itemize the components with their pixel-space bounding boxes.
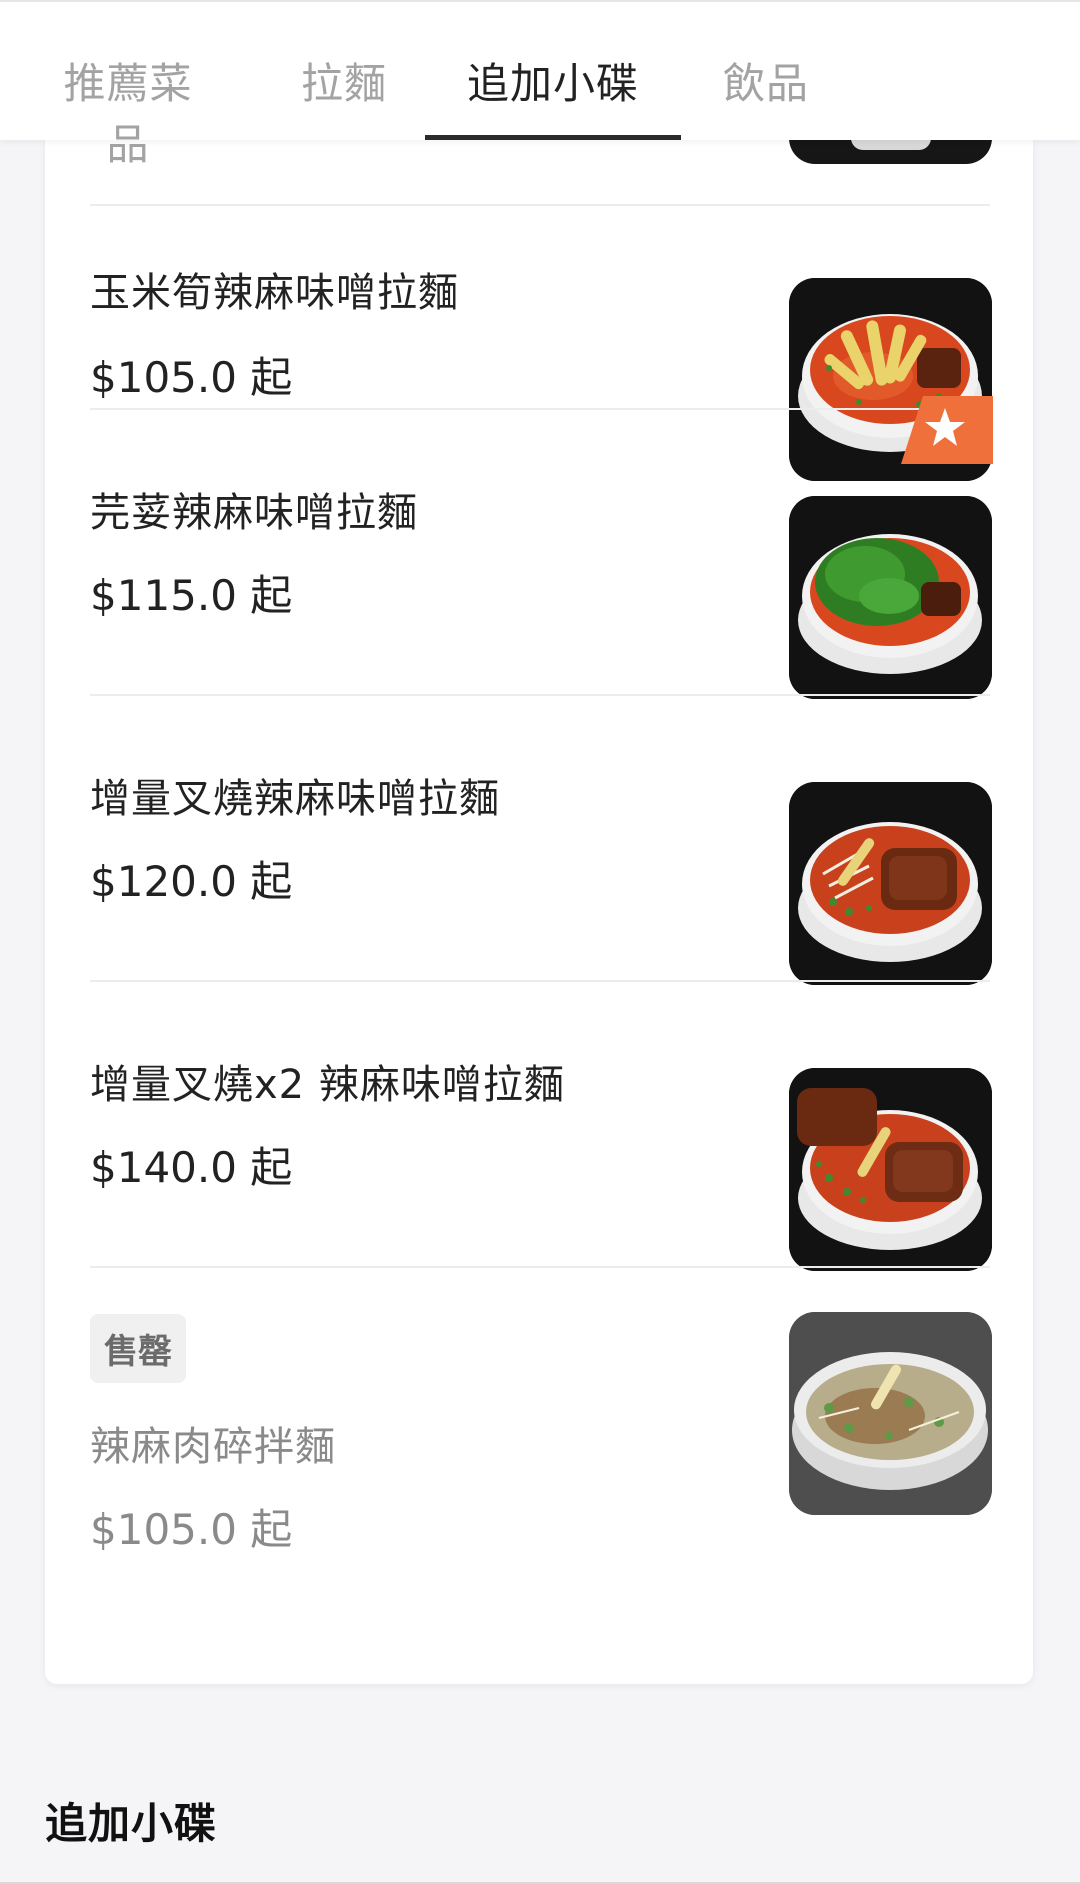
section-title: 追加小碟 (45, 1799, 218, 1848)
menu-item[interactable]: 芫荽辣麻味噌拉麵 $115.0 起 (45, 410, 1033, 699)
previous-item-image[interactable] (789, 138, 992, 164)
item-price: $105.0 起 (90, 353, 293, 402)
item-price: $140.0 起 (90, 1143, 293, 1192)
item-image-ramen-extra-chashu[interactable] (789, 782, 992, 985)
menu-item-sold-out[interactable]: 售罄 辣麻肉碎拌麵 $105.0 起 (45, 1268, 1033, 1598)
tab-side-dishes[interactable]: 追加小碟 (425, 28, 681, 140)
item-price: $120.0 起 (90, 857, 293, 906)
item-image-dry-noodles-minced-pork[interactable] (789, 1312, 992, 1515)
item-image-ramen-double-chashu[interactable] (789, 1068, 992, 1271)
item-name: 增量叉燒辣麻味噌拉麵 (90, 776, 500, 822)
tab-label: 追加小碟 (466, 59, 639, 108)
menu-item[interactable]: 增量叉燒x2 辣麻味噌拉麵 $140.0 起 (45, 982, 1033, 1271)
menu-card: 玉米筍辣麻味噌拉麵 $105.0 起 芫荽辣麻味噌拉麵 $115.0 起 增量叉… (45, 138, 1033, 1684)
tab-recommended[interactable]: 推薦菜品 (43, 28, 213, 169)
tab-label: 推薦菜品 (63, 59, 193, 169)
tab-drinks[interactable]: 飲品 (721, 28, 811, 140)
star-icon (901, 396, 993, 464)
featured-star-badge (901, 396, 993, 464)
tab-ramen[interactable]: 拉麵 (294, 28, 394, 140)
menu-item[interactable]: 增量叉燒辣麻味噌拉麵 $120.0 起 (45, 696, 1033, 985)
tab-label: 拉麵 (300, 59, 387, 108)
category-tab-bar: 推薦菜品 拉麵 追加小碟 飲品 (0, 0, 1080, 169)
item-price: $115.0 起 (90, 571, 293, 620)
sold-out-badge: 售罄 (90, 1314, 186, 1383)
item-name: 辣麻肉碎拌麵 (90, 1424, 336, 1470)
item-image-ramen-cilantro[interactable] (789, 496, 992, 699)
item-name: 玉米筍辣麻味噌拉麵 (90, 270, 459, 316)
item-name: 芫荽辣麻味噌拉麵 (90, 490, 418, 536)
item-name: 增量叉燒x2 辣麻味噌拉麵 (90, 1062, 565, 1108)
tab-label: 飲品 (722, 59, 809, 108)
item-price: $105.0 起 (90, 1505, 293, 1554)
